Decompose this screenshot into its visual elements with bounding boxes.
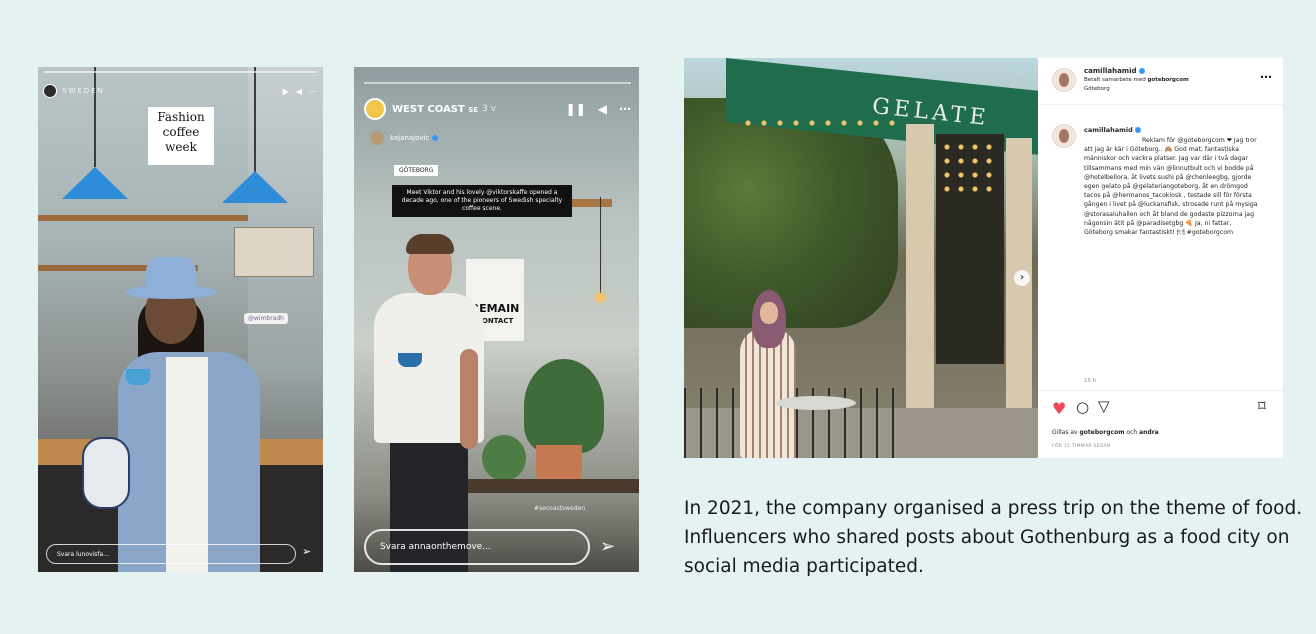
- string-lights: [940, 140, 1000, 200]
- sticker-line: week: [165, 140, 197, 154]
- likes-summary[interactable]: Gillas av goteborgcom och andra: [1052, 429, 1159, 436]
- heart-icon[interactable]: ♥: [1052, 399, 1066, 418]
- story-progress-bar: [44, 71, 317, 73]
- reply-input[interactable]: Svara lunovisfa...: [46, 544, 296, 564]
- speaker-icon[interactable]: ◀: [296, 87, 302, 96]
- lamp-cord: [94, 67, 96, 167]
- person-shirt: [166, 357, 208, 572]
- coffee-cup: [398, 353, 422, 367]
- hashtag[interactable]: #secoastsweden: [534, 505, 585, 512]
- sticker-line: Fashion: [157, 110, 205, 124]
- post-username[interactable]: camillahamid: [1084, 67, 1145, 75]
- bookmark-icon[interactable]: ⌑: [1258, 397, 1266, 415]
- speaker-icon[interactable]: ◀: [598, 102, 607, 116]
- story-header: SWEDEN ▶ ◀ ⋯: [43, 83, 317, 99]
- play-icon[interactable]: ▶: [283, 87, 289, 96]
- mentioned-username: kajanajovic: [390, 134, 430, 142]
- lamp-bulb: [596, 293, 605, 302]
- story-time: 3 v: [482, 104, 496, 114]
- instagram-story-west-coast: REMAIN CONTACT WEST COAST SE 3 v ❚❚ ◀ ⋯ …: [354, 67, 639, 572]
- avatar[interactable]: [1052, 68, 1076, 92]
- bench: [464, 479, 639, 493]
- column: [906, 124, 934, 414]
- post-location[interactable]: Göteborg: [1084, 86, 1110, 92]
- coffee-cup: [126, 369, 150, 385]
- pendant-lamp: [222, 171, 288, 203]
- story-header: WEST COAST SE 3 v ❚❚ ◀ ⋯: [364, 97, 631, 121]
- send-icon[interactable]: ➢: [302, 545, 311, 558]
- post-actions: ♥ ○ ▽ ⌑ Gillas av goteborgcom och andra …: [1038, 390, 1283, 458]
- share-icon[interactable]: ▽: [1098, 397, 1110, 415]
- verified-icon: [432, 135, 439, 141]
- handbag: [82, 437, 130, 509]
- more-icon[interactable]: ⋯: [619, 102, 631, 116]
- lamp-cord: [600, 197, 601, 295]
- person-arm: [460, 349, 478, 449]
- menu-board: [234, 227, 314, 277]
- cafe-table: [776, 396, 856, 410]
- caption-username[interactable]: camillahamid: [1084, 126, 1141, 134]
- avatar: [370, 131, 384, 145]
- avatar[interactable]: [43, 84, 57, 98]
- instagram-story-fashion-coffee-week: SWEDEN ▶ ◀ ⋯ Fashion coffee week @wimbra…: [38, 67, 323, 572]
- story-username[interactable]: WEST COAST SE: [392, 104, 478, 115]
- string-lights: [740, 116, 900, 130]
- shelf: [38, 215, 248, 221]
- sticker-line: coffee: [162, 125, 200, 139]
- person-face: [760, 302, 778, 324]
- mention-tag[interactable]: @wimbradh: [244, 313, 288, 324]
- post-timestamp: FÖR 15 TIMMAR SEDAN: [1052, 444, 1111, 449]
- text-sticker: Fashion coffee week: [148, 107, 214, 165]
- location-sticker[interactable]: GÖTEBORG: [394, 165, 439, 176]
- verified-icon: [1134, 127, 1141, 133]
- story-username[interactable]: SWEDEN: [62, 87, 105, 95]
- pendant-lamp: [62, 167, 128, 199]
- description-text: In 2021, the company organised a press t…: [684, 498, 1303, 577]
- comment-icon[interactable]: ○: [1076, 398, 1089, 416]
- post-header: camillahamid Betalt samarbete med gotebo…: [1038, 58, 1283, 105]
- plant: [482, 435, 526, 481]
- caption-time: 15 h: [1084, 378, 1097, 384]
- instagram-post: GELATE › camillahamid Betalt samarbete m…: [684, 58, 1283, 458]
- avatar[interactable]: [1052, 124, 1076, 148]
- post-photo: GELATE ›: [684, 58, 1038, 458]
- chevron-right-icon[interactable]: ›: [1014, 270, 1030, 286]
- story-progress-bar: [364, 82, 631, 84]
- paid-partnership[interactable]: Betalt samarbete med goteborgcom: [1084, 77, 1189, 83]
- avatar[interactable]: [364, 98, 386, 120]
- pause-icon[interactable]: ❚❚: [566, 102, 586, 116]
- post-sidebar: camillahamid Betalt samarbete med gotebo…: [1038, 58, 1283, 458]
- plant: [524, 359, 604, 453]
- story-caption: Meet Viktor and his lovely @viktorskaffe…: [392, 185, 572, 217]
- mentioned-user[interactable]: kajanajovic: [370, 129, 439, 147]
- reply-input[interactable]: Svara annaonthemove...: [364, 529, 590, 565]
- more-icon[interactable]: ⋯: [309, 87, 317, 96]
- send-icon[interactable]: ➢: [600, 536, 615, 557]
- caption-text: Reklam för @goteborgcom ❤ Jag tror att j…: [1084, 137, 1258, 237]
- more-icon[interactable]: ⋯: [1260, 70, 1272, 84]
- person-hair: [406, 234, 454, 254]
- verified-icon: [1138, 68, 1145, 74]
- hat-crown: [146, 257, 196, 291]
